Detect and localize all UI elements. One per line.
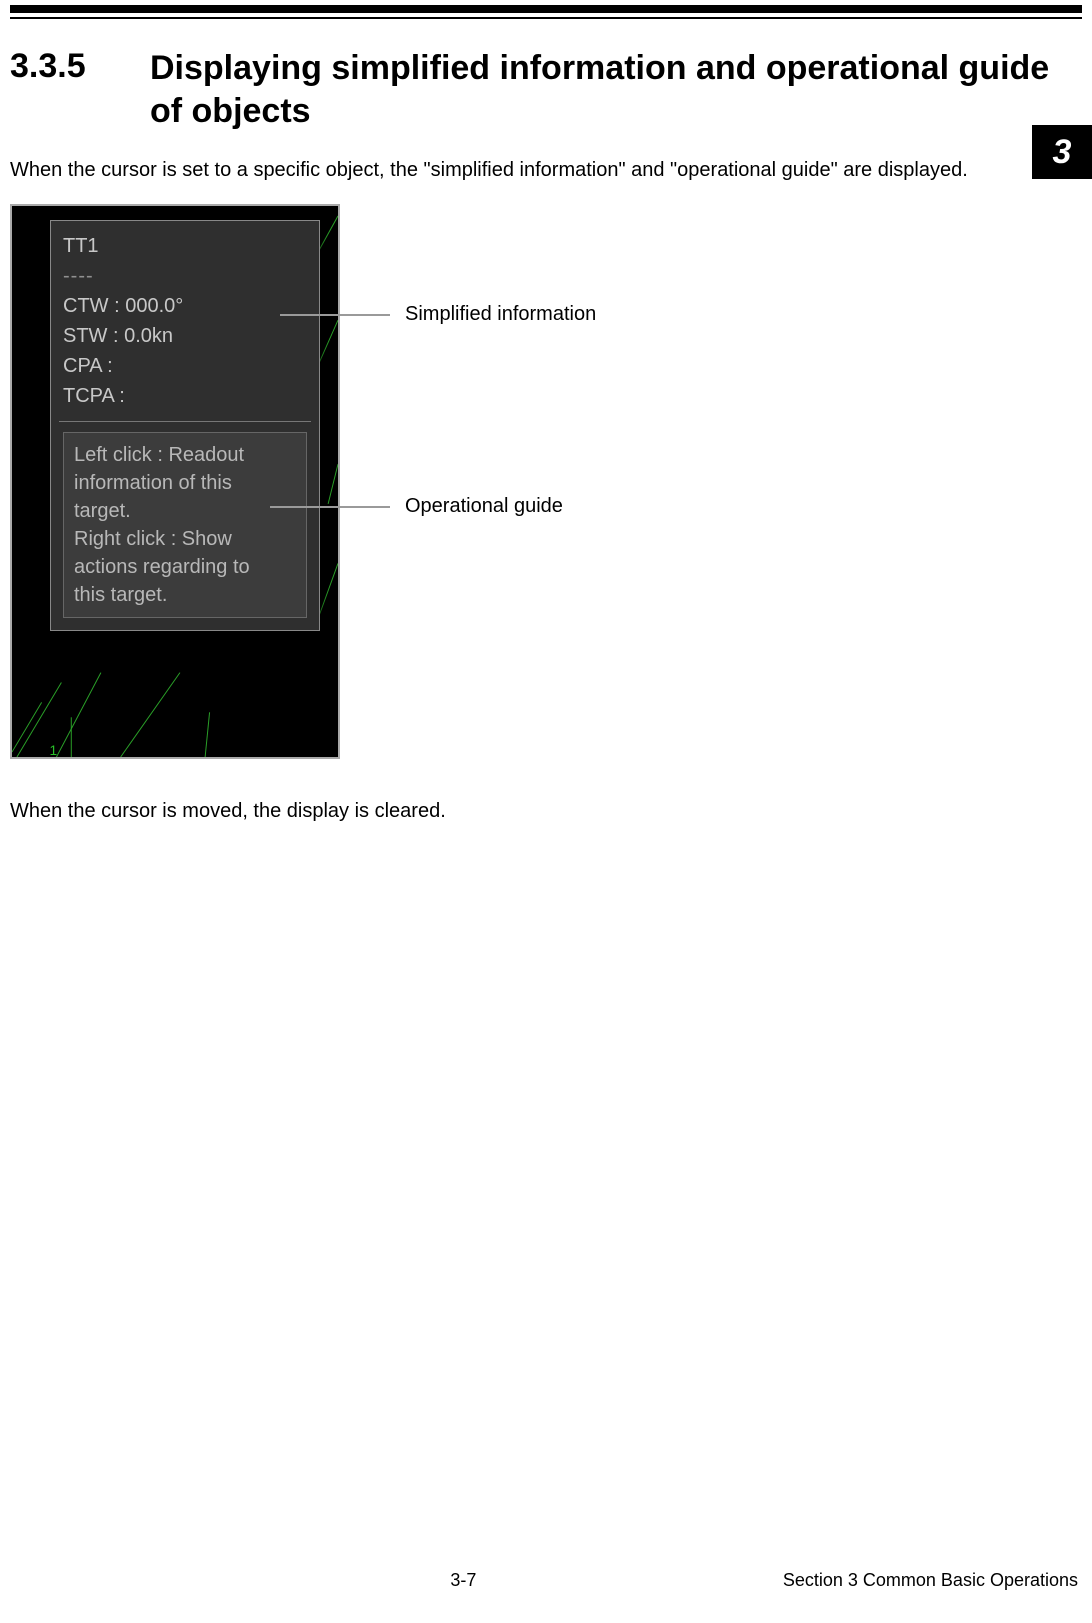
top-rule-thin — [10, 17, 1082, 19]
footer-section: Section 3 Common Basic Operations — [783, 1570, 1078, 1591]
tooltip-divider — [59, 421, 311, 422]
tooltip-ctw: CTW : 000.0° — [63, 291, 307, 321]
tooltip-box: TT1 ---- CTW : 000.0° STW : 0.0kn CPA : … — [50, 220, 320, 631]
screenshot-panel: 1 TT1 ---- CTW : 000.0° STW : 0.0kn CPA … — [10, 204, 340, 759]
heading-number: 3.3.5 — [10, 47, 150, 86]
guide-line-3: target. — [74, 497, 296, 525]
callout-line-operational — [270, 506, 390, 508]
tooltip-stw: STW : 0.0kn — [63, 321, 307, 351]
callout-label-operational: Operational guide — [405, 495, 563, 518]
svg-text:1: 1 — [50, 742, 58, 757]
figure-area: 1 TT1 ---- CTW : 000.0° STW : 0.0kn CPA … — [10, 204, 710, 764]
page-footer: 3-7 Section 3 Common Basic Operations — [0, 1570, 1092, 1591]
guide-line-5: actions regarding to — [74, 553, 296, 581]
top-rule-thick — [10, 5, 1082, 13]
section-heading: 3.3.5 Displaying simplified information … — [10, 47, 1082, 132]
callout-label-simplified: Simplified information — [405, 303, 596, 326]
chapter-tab: 3 — [1032, 125, 1092, 179]
heading-title: Displaying simplified information and op… — [150, 47, 1082, 132]
tooltip-dashes: ---- — [63, 261, 307, 291]
guide-line-4: Right click : Show — [74, 525, 296, 553]
callout-line-simplified — [280, 314, 390, 316]
footer-page-number: 3-7 — [0, 1570, 647, 1591]
guide-line-1: Left click : Readout — [74, 441, 296, 469]
operational-guide-box: Left click : Readout information of this… — [63, 432, 307, 618]
tooltip-cpa: CPA : — [63, 351, 307, 381]
guide-line-2: information of this — [74, 469, 296, 497]
guide-line-6: this target. — [74, 581, 296, 609]
tooltip-tcpa: TCPA : — [63, 381, 307, 411]
closing-paragraph: When the cursor is moved, the display is… — [10, 794, 1082, 828]
tooltip-title: TT1 — [63, 231, 307, 261]
page-content: 3.3.5 Displaying simplified information … — [0, 5, 1092, 828]
intro-paragraph: When the cursor is set to a specific obj… — [10, 150, 1082, 190]
